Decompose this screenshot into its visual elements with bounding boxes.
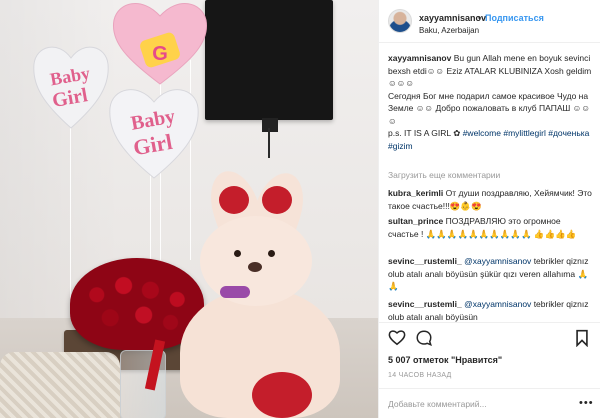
- post-timestamp: 14 ЧАСОВ НАЗАД: [388, 372, 452, 379]
- comment-username[interactable]: sevinc__rustemli_: [388, 256, 462, 266]
- tv-cable: [268, 128, 270, 158]
- wall-tv: [205, 0, 333, 120]
- bunny-bow: [220, 286, 250, 298]
- header-separator: •: [478, 13, 482, 23]
- list-item: sevinc__rustemli_ @xayyamnisanov tebrikl…: [388, 298, 592, 322]
- list-item: kubra_kerimli От души поздравляю, Хейямч…: [388, 187, 592, 212]
- comments-list[interactable]: xayyamnisanov Bu gun Allah mene en boyuk…: [379, 42, 600, 322]
- bunny-nose: [248, 262, 262, 272]
- add-comment-bar: •••: [379, 388, 600, 420]
- comment-icon[interactable]: [415, 329, 433, 347]
- list-item: sultan_prince ПОЗДРАВЛЯЮ это огромное сч…: [388, 215, 592, 240]
- add-comment-input[interactable]: [388, 397, 568, 411]
- bookmark-icon[interactable]: [575, 329, 589, 347]
- post-photo[interactable]: G Baby Girl Baby Girl: [0, 0, 378, 418]
- bunny-foot: [252, 372, 312, 418]
- comment-username[interactable]: sevinc__rustemli_: [388, 299, 462, 309]
- caption: xayyamnisanov Bu gun Allah mene en boyuk…: [388, 52, 592, 152]
- bunny-eye: [234, 250, 241, 257]
- hashtag-link[interactable]: #mylittlegirl: [503, 128, 546, 138]
- balloon-letter: G: [152, 43, 168, 65]
- post-side-panel: xayyamnisanov • Подписаться Baku, Azerba…: [378, 0, 600, 418]
- caption-line-en: p.s. IT IS A GIRL ✿: [388, 128, 461, 138]
- likes-count[interactable]: 5 007 отметок "Нравится": [388, 355, 502, 365]
- heart-icon[interactable]: [388, 329, 406, 346]
- bunny-ear-patch: [219, 186, 249, 214]
- header-username[interactable]: xayyamnisanov: [419, 13, 486, 23]
- comment-mention[interactable]: @xayyamnisanov: [464, 256, 531, 266]
- comment-username[interactable]: sultan_prince: [388, 216, 443, 226]
- instagram-post: G Baby Girl Baby Girl xayyamnisanov • По…: [0, 0, 600, 418]
- comment-mention[interactable]: @xayyamnisanov: [464, 299, 531, 309]
- comment-username[interactable]: kubra_kerimli: [388, 188, 443, 198]
- follow-button[interactable]: Подписаться: [485, 13, 544, 23]
- post-actions: 5 007 отметок "Нравится" 14 ЧАСОВ НАЗАД …: [379, 322, 600, 419]
- post-header: xayyamnisanov • Подписаться Baku, Azerba…: [379, 0, 600, 43]
- caption-username[interactable]: xayyamnisanov: [388, 53, 451, 63]
- hashtag-link[interactable]: #доченька: [548, 128, 589, 138]
- location-link[interactable]: Baku, Azerbaijan: [419, 26, 479, 35]
- wicker-basket: [0, 352, 120, 418]
- tv-bracket: [262, 118, 278, 132]
- pink-heart-balloon: G: [112, 3, 208, 85]
- bunny-head: [200, 216, 312, 306]
- hashtag-link[interactable]: #welcome: [463, 128, 501, 138]
- baby-girl-balloon-left: Baby Girl: [33, 46, 109, 129]
- load-more-comments[interactable]: Загрузить еще комментарии: [388, 170, 500, 180]
- hashtag-link[interactable]: #gizim: [388, 141, 413, 151]
- list-item: sevinc__rustemli_ @xayyamnisanov tebrikl…: [388, 255, 592, 293]
- more-options-icon[interactable]: •••: [579, 397, 594, 409]
- bunny-ear-patch: [262, 186, 292, 214]
- caption-line-ru: Сегодня Бог мне подарил самое красивое Ч…: [388, 90, 591, 126]
- bunny-eye: [268, 250, 275, 257]
- baby-girl-balloon-right: Baby Girl: [109, 89, 199, 179]
- avatar[interactable]: [388, 9, 412, 33]
